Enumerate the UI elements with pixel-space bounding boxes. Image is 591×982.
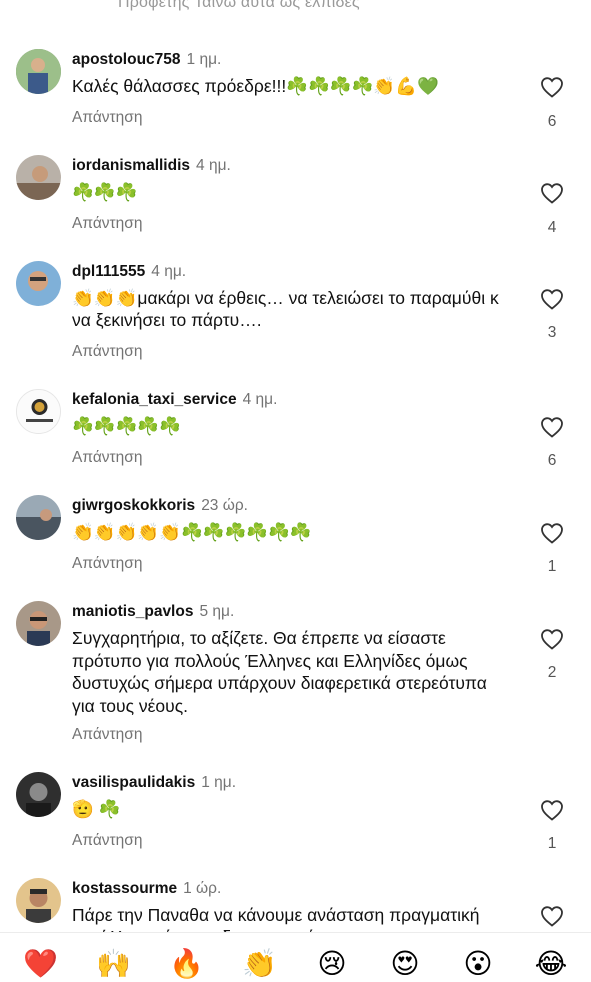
comment-time: 1 ώρ. <box>183 880 222 897</box>
comment-text: 🫡 ☘️ <box>72 799 121 819</box>
fire-reaction-icon[interactable]: 🔥 <box>169 947 204 981</box>
heart-outline-icon[interactable] <box>540 288 564 310</box>
comment-username[interactable]: giwrgoskokkoris 23 ώρ. <box>72 497 248 515</box>
surprised-reaction-icon[interactable]: 😮 <box>461 947 495 981</box>
comment-username[interactable]: kostassourme 1 ώρ. <box>72 880 221 898</box>
crying-reaction-icon[interactable]: 😢 <box>315 947 349 981</box>
comment-time: 5 ημ. <box>199 603 235 620</box>
avatar-photo <box>16 878 61 923</box>
heart-outline-icon[interactable] <box>540 76 564 98</box>
username-text[interactable]: vasilispaulidakis <box>72 774 195 791</box>
comment-time: 1 ημ. <box>201 774 237 791</box>
comments-list[interactable]: Προφέτης Ταίνω αυτά ως ελπιδες apostolou… <box>0 0 591 932</box>
avatar[interactable] <box>16 155 61 200</box>
like-count: 4 <box>547 219 557 236</box>
like-count: 6 <box>547 113 557 130</box>
comment-username[interactable]: maniotis_pavlos 5 ημ. <box>72 603 234 621</box>
avatar-photo <box>16 601 61 646</box>
comment-time: 4 ημ. <box>151 263 187 280</box>
laughing-reaction-icon[interactable]: 😂 <box>534 947 568 981</box>
comment-text: 👏👏👏👏👏☘️☘️☘️☘️☘️☘️ <box>72 522 312 542</box>
username-text[interactable]: kostassourme <box>72 880 177 897</box>
avatar[interactable] <box>16 49 61 94</box>
username-text[interactable]: apostolouc758 <box>72 51 181 68</box>
comment-time: 1 ημ. <box>186 51 222 68</box>
avatar-photo <box>16 261 61 306</box>
reply-button[interactable]: Απάντηση <box>72 215 142 233</box>
comment-username[interactable]: iordanismallidis 4 ημ. <box>72 157 231 175</box>
quick-reactions-bar: ❤️ 🙌 🔥 👏 😢 😍 😮 😂 <box>0 932 591 982</box>
username-text[interactable]: iordanismallidis <box>72 157 190 174</box>
comment-text: ☘️☘️☘️ <box>72 182 138 202</box>
avatar-photo <box>16 155 61 200</box>
like-count: 2 <box>547 664 557 681</box>
heart-outline-icon[interactable] <box>540 522 564 544</box>
comment-text: Καλές θάλασσες πρόεδρε!!!☘️☘️☘️☘️👏💪💚 <box>72 76 439 96</box>
heart-outline-icon[interactable] <box>540 416 564 438</box>
raised-hands-reaction-icon[interactable]: 🙌 <box>96 947 131 981</box>
avatar[interactable] <box>16 878 61 923</box>
comment-text: Πάρε την Παναθα να κάνουμε ανάσταση πραγ… <box>72 905 480 932</box>
comment-time: 4 ημ. <box>196 157 231 174</box>
kefalonia-logo-icon <box>17 390 60 433</box>
comment-text: ☘️☘️☘️☘️☘️ <box>72 416 181 436</box>
reply-button[interactable]: Απάντηση <box>72 726 142 744</box>
avatar[interactable] <box>16 601 61 646</box>
like-count: 3 <box>547 324 557 341</box>
comment-username[interactable]: dpl111555 4 ημ. <box>72 263 186 281</box>
comment-username[interactable]: kefalonia_taxi_service 4 ημ. <box>72 391 277 409</box>
avatar[interactable] <box>16 389 61 434</box>
username-text[interactable]: kefalonia_taxi_service <box>72 391 237 408</box>
comment-text: Συγχαρητήρια, το αξίζετε. Θα έπρεπε να ε… <box>72 628 487 716</box>
reply-button[interactable]: Απάντηση <box>72 832 142 850</box>
avatar[interactable] <box>16 772 61 817</box>
comment-username[interactable]: vasilispaulidakis 1 ημ. <box>72 774 236 792</box>
avatar-photo <box>16 772 61 817</box>
heart-outline-icon[interactable] <box>540 799 564 821</box>
heart-outline-icon[interactable] <box>540 628 564 650</box>
avatar-photo <box>16 49 61 94</box>
like-count: 1 <box>547 558 557 575</box>
username-text[interactable]: maniotis_pavlos <box>72 603 193 620</box>
like-count: 1 <box>547 835 557 852</box>
reply-button[interactable]: Απάντηση <box>72 343 142 361</box>
previous-comment-cut: Προφέτης Ταίνω αυτά ως ελπιδες <box>0 0 591 14</box>
comment-username[interactable]: apostolouc758 1 ημ. <box>72 51 221 69</box>
heart-reaction-icon[interactable]: ❤️ <box>23 947 58 981</box>
reply-button[interactable]: Απάντηση <box>72 555 142 573</box>
previous-comment-text: Προφέτης Ταίνω αυτά ως ελπιδες <box>118 0 360 11</box>
reply-button[interactable]: Απάντηση <box>72 109 142 127</box>
comment-text: 👏👏👏μακάρι να έρθεις… να τελειώσει το παρ… <box>72 288 499 330</box>
comment-time: 23 ώρ. <box>201 497 248 514</box>
username-text[interactable]: giwrgoskokkoris <box>72 497 195 514</box>
avatar[interactable] <box>16 261 61 306</box>
avatar[interactable] <box>16 495 61 540</box>
comment-time: 4 ημ. <box>242 391 278 408</box>
heart-eyes-reaction-icon[interactable]: 😍 <box>388 947 422 981</box>
heart-outline-icon[interactable] <box>540 905 564 927</box>
avatar-photo <box>16 495 61 540</box>
reply-button[interactable]: Απάντηση <box>72 449 142 467</box>
heart-outline-icon[interactable] <box>540 182 564 204</box>
username-text[interactable]: dpl111555 <box>72 263 145 280</box>
like-count: 6 <box>547 452 557 469</box>
clapping-reaction-icon[interactable]: 👏 <box>242 947 277 981</box>
